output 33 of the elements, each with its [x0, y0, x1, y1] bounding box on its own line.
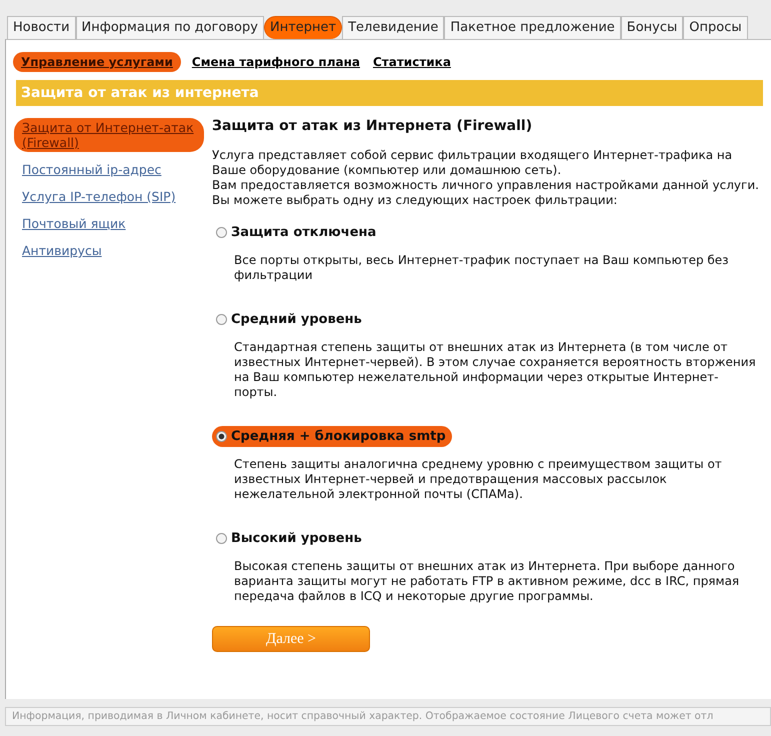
radio-button[interactable]: [216, 314, 227, 325]
option-description: Высокая степень защиты от внешних атак из Интернета. При выборе данного варианта защиты могут не работать FTP в активном режиме, dcc в IRC, прямая передача файлов в ICQ и некоторые другие программы.: [233, 559, 740, 604]
subnav-link[interactable]: Статистика: [370, 52, 453, 72]
tab[interactable]: Новости: [7, 16, 76, 39]
radio-option[interactable]: Защита отключена: [212, 222, 382, 243]
option-description: Стандартная степень защиты от внешних атак из Интернета (в том числе от известных Интернет-червей). В этом случае сохраняется вероятность вторжения на Ваш компьютер нежелательной информации через открытые Интернет-порты.: [233, 340, 757, 400]
content-heading: Защита от атак из Интернета (Firewall): [212, 118, 534, 134]
sidebar-link[interactable]: Услуга IP-телефон (SIP): [14, 187, 204, 206]
intro-text: Вы можете выбрать одну из следующих настроек фильтрации:: [212, 193, 618, 208]
tab[interactable]: Телевидение: [342, 16, 444, 39]
intro-text: Услуга представляет собой сервис фильтрации входящего Интернет-трафика на Ваше оборудование (компьютер или домашнюю сеть).: [212, 148, 734, 178]
footer-disclaimer: Информация, приводимая в Личном кабинете, носит справочный характер. Отображаемое состояние Лицевого счета может отл: [5, 707, 771, 726]
tab[interactable]: Информация по договору: [76, 16, 264, 39]
radio-option[interactable]: Высокий уровень: [212, 528, 368, 549]
sidebar-link[interactable]: Постоянный ip-адрес: [14, 160, 204, 179]
sidebar-link[interactable]: Защита от Интернет-атак (Firewall): [14, 118, 204, 152]
radio-button[interactable]: [216, 431, 227, 442]
subnav-link[interactable]: Смена тарифного плана: [190, 52, 362, 72]
option-description: Все порты открыты, весь Интернет-трафик поступает на Ваш компьютер без фильтрации: [233, 253, 730, 283]
radio-button[interactable]: [216, 227, 227, 238]
section-title: Защита от атак из интернета: [16, 80, 763, 106]
tab[interactable]: Пакетное предложение: [444, 16, 621, 39]
radio-option[interactable]: Средний уровень: [212, 309, 368, 330]
option-description: Степень защиты аналогична среднему уровню с преимуществом защиты от известных Интернет-червей и предотвращения массовых рассылок нежелательной электронной почты (СПАМа).: [233, 457, 723, 502]
radio-button[interactable]: [216, 533, 227, 544]
radio-option[interactable]: Средняя + блокировка smtp: [212, 426, 452, 447]
subnav-link[interactable]: Управление услугами: [13, 52, 181, 72]
tab[interactable]: Опросы: [683, 16, 748, 39]
sidebar-link[interactable]: Антивирусы: [14, 241, 204, 260]
intro-text: Вам предоставляется возможность личного управления настройками данной услуги.: [212, 178, 760, 193]
tab[interactable]: Интернет: [264, 16, 342, 39]
tab[interactable]: Бонусы: [620, 16, 684, 39]
sidebar-link[interactable]: Почтовый ящик: [14, 214, 204, 233]
